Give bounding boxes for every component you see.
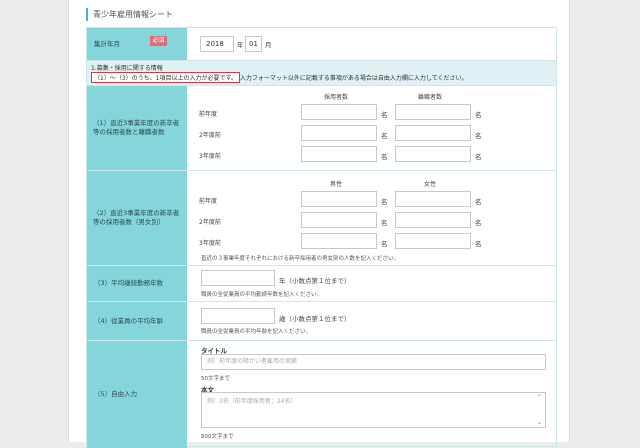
notice-line: （1）～（3）のうち、1項目以上の入力が必要です。 入力フォーマット以外に記載する… xyxy=(91,72,468,83)
section1-row-label: 2年度前 xyxy=(199,132,221,139)
section4-label: （4）従業員の平均年齢 xyxy=(87,302,187,340)
month-input[interactable]: 01 xyxy=(245,36,262,52)
section2-row-label: 3年度前 xyxy=(199,240,221,247)
section2-female-input[interactable] xyxy=(395,233,471,249)
section2-male-input[interactable] xyxy=(301,191,377,207)
avg-tenure-input[interactable] xyxy=(201,270,275,286)
section2-col-female: 女性 xyxy=(423,181,436,188)
unit-label: 名 xyxy=(475,153,482,161)
unit-label: 名 xyxy=(381,111,388,119)
unit-label: 名 xyxy=(475,219,482,227)
section1-label: （1）直近3事業年度の新卒者等の採用者数と離職者数 xyxy=(87,86,187,170)
unit-label: 名 xyxy=(475,132,482,140)
section2-female-input[interactable] xyxy=(395,191,471,207)
unit-label: 名 xyxy=(475,198,482,206)
avg-age-input[interactable] xyxy=(201,308,275,324)
unit-label: 名 xyxy=(475,111,482,119)
employment-info-form: 集計年月 必須 2018 年 01 月 1.募集・採用に関する情報 （1）～（3… xyxy=(86,27,557,448)
section1-hired-input[interactable] xyxy=(301,146,377,162)
period-label: 集計年月 xyxy=(94,39,120,48)
section2-male-input[interactable] xyxy=(301,212,377,228)
section2-label: （2）直近3事業年度の新卒者等の採用者数（男女別） xyxy=(87,171,187,265)
required-badge: 必須 xyxy=(150,36,167,46)
notice-heading: 1.募集・採用に関する情報 xyxy=(91,65,163,72)
section2-row-label: 前年度 xyxy=(199,198,218,205)
scroll-up-icon[interactable]: ⌃ xyxy=(537,394,542,401)
section5-label: （5）自由入力 xyxy=(87,341,187,448)
unit-label: 名 xyxy=(381,198,388,206)
notice-required-highlight: （1）～（3）のうち、1項目以上の入力が必要です。 xyxy=(91,72,240,83)
year-input[interactable]: 2018 xyxy=(200,36,234,52)
notice-banner: 1.募集・採用に関する情報 （1）～（3）のうち、1項目以上の入力が必要です。入… xyxy=(87,61,556,85)
section2-female-input[interactable] xyxy=(395,212,471,228)
section1-left-input[interactable] xyxy=(395,104,471,120)
body-limit: 800文字まで xyxy=(201,434,234,440)
body-placeholder: 例）3名（前年度採用者：24名） xyxy=(207,398,297,405)
section1-left-input[interactable] xyxy=(395,125,471,141)
section2-col-male: 男性 xyxy=(329,181,342,188)
free-title-input[interactable]: 例）前年度の障がい者雇用の実績 xyxy=(201,354,546,370)
notice-rest: 入力フォーマット以外に記載する事項がある場合は自由入力欄に入力してください。 xyxy=(239,75,468,82)
page-panel: 青少年雇用情報シート 集計年月 必須 2018 年 01 月 1.募集・採用に関… xyxy=(68,0,570,448)
year-unit: 年 xyxy=(237,41,244,49)
unit-label: 名 xyxy=(381,153,388,161)
section2-row-label: 2年度前 xyxy=(199,219,221,226)
section4-note: 職員の全従業員の平均年齢を記入ください。 xyxy=(201,329,312,335)
free-body-textarea[interactable]: 例）3名（前年度採用者：24名） ⌃ ⌄ xyxy=(201,392,546,428)
section1-row-label: 3年度前 xyxy=(199,153,221,160)
title-limit: 50文字まで xyxy=(201,376,230,382)
section1-col-left: 離職者数 xyxy=(417,94,442,101)
avg-tenure-unit: 年（小数点第１位まで） xyxy=(279,277,351,285)
section1-left-input[interactable] xyxy=(395,146,471,162)
unit-label: 名 xyxy=(381,132,388,140)
unit-label: 名 xyxy=(381,219,388,227)
period-label-cell: 集計年月 必須 xyxy=(87,28,187,60)
unit-label: 名 xyxy=(381,240,388,248)
section1-col-hired: 採用者数 xyxy=(323,94,348,101)
section3-note: 職員の全従業員の平均勤続年数を記入ください。 xyxy=(201,292,323,298)
section3-label: （3）平均継続勤務年数 xyxy=(87,266,187,301)
section1-hired-input[interactable] xyxy=(301,104,377,120)
section1-row-label: 前年度 xyxy=(199,111,218,118)
sheet-title: 青少年雇用情報シート xyxy=(86,8,173,21)
section2-note: 直近の３事業年度それぞれにおける新卒採用者の男女別の人数を記入ください。 xyxy=(201,256,400,262)
section1-hired-input[interactable] xyxy=(301,125,377,141)
month-unit: 月 xyxy=(265,41,272,49)
avg-age-unit: 歳（小数点第１位まで） xyxy=(279,315,351,323)
unit-label: 名 xyxy=(475,240,482,248)
scroll-down-icon[interactable]: ⌄ xyxy=(537,419,542,426)
section2-male-input[interactable] xyxy=(301,233,377,249)
